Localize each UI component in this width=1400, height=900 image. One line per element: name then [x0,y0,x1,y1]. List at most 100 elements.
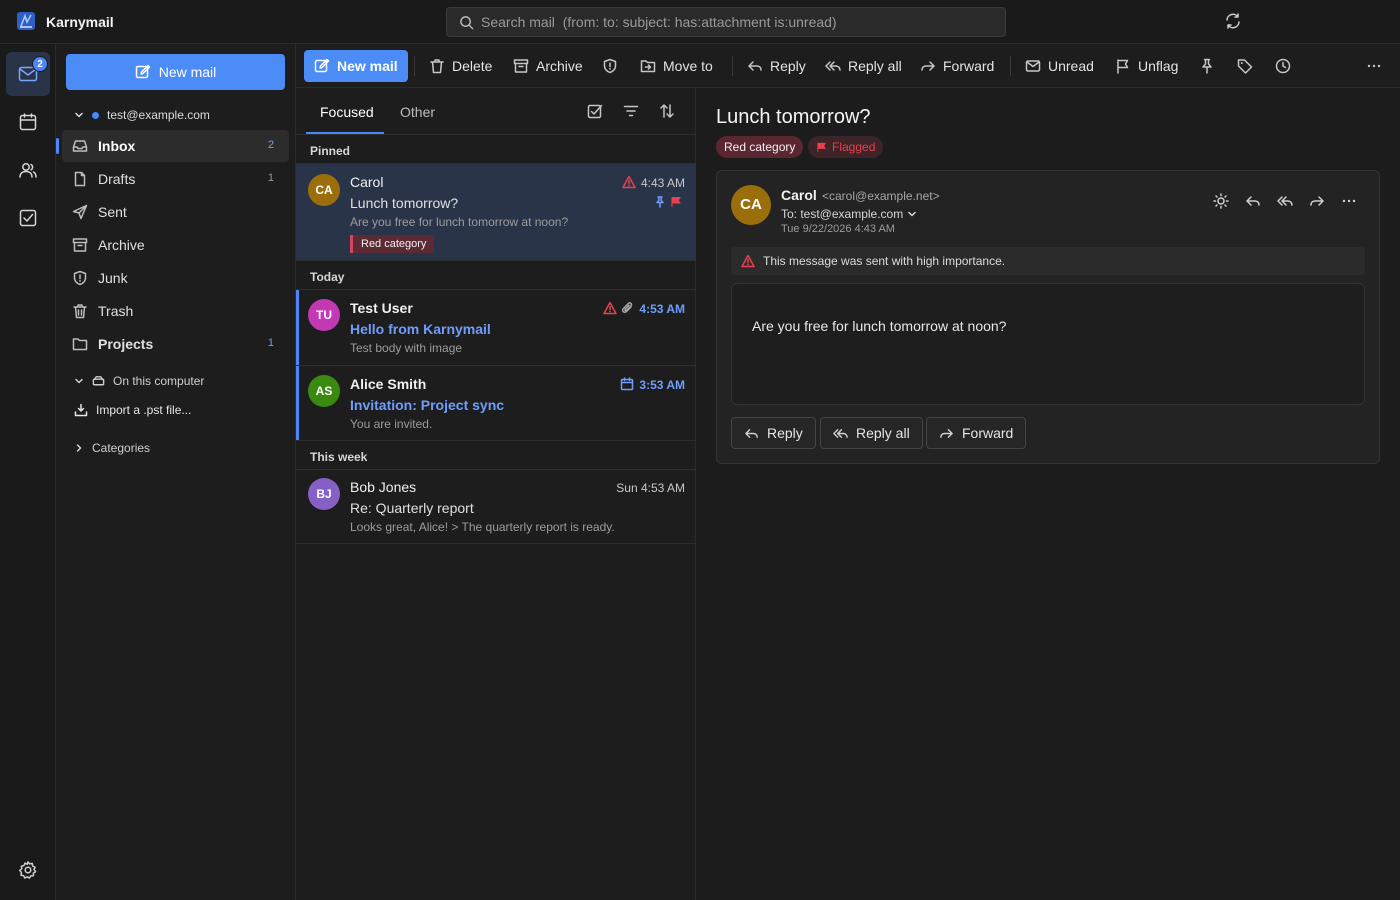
chevron-down-icon [74,376,84,386]
message-preview: You are invited. [350,417,433,431]
folder-label: Projects [98,336,154,352]
folder-junk[interactable]: Junk [62,262,289,294]
folder-label: Inbox [98,138,136,154]
forward-button[interactable]: Forward [914,50,1000,82]
forward-arrow-icon [920,58,936,74]
theme-sun-icon[interactable] [1213,193,1229,209]
mark-unread-button[interactable]: Unread [1019,50,1100,82]
search-input[interactable] [481,8,996,36]
people-icon [18,160,38,180]
unread-label: Unread [1048,58,1094,74]
group-header-pinned: Pinned [296,136,696,164]
categorize-button[interactable] [1231,50,1259,82]
category-tag: Red category [350,235,435,253]
import-pst-item[interactable]: Import a .pst file... [74,403,191,417]
reading-pane: Lunch tomorrow? Red category Flagged CA … [696,88,1400,900]
reply-all-arrow-icon [833,426,848,441]
folder-sent[interactable]: Sent [62,196,289,228]
list-item[interactable]: BJ Bob Jones Sun 4:53 AM Re: Quarterly r… [296,470,696,544]
filter-icon[interactable] [623,103,639,119]
import-icon [74,403,88,417]
calendar-icon [18,112,38,132]
reply-button[interactable]: Reply [741,50,812,82]
list-item[interactable]: TU Test User 4:53 AM Hello from Karnymai… [296,290,696,366]
list-item[interactable]: AS Alice Smith 3:53 AM Invitation: Proje… [296,366,696,441]
import-label: Import a .pst file... [96,403,192,417]
group-header-this-week: This week [296,442,696,470]
flagged-tag[interactable]: Flagged [808,136,884,158]
delete-button[interactable]: Delete [423,50,498,82]
chevron-down-icon [907,209,917,219]
search-box[interactable] [446,7,1006,37]
report-junk-button[interactable] [596,50,624,82]
folder-trash[interactable]: Trash [62,295,289,327]
folder-projects[interactable]: Projects 1 [62,328,289,360]
toolbar-new-mail-label: New mail [337,58,398,74]
reply-all-button[interactable]: Reply all [820,417,923,449]
archive-icon [513,58,529,74]
toolbar-new-mail-button[interactable]: New mail [304,50,408,82]
tab-focused[interactable]: Focused [320,104,374,120]
pin-icon [1199,58,1215,74]
recipients-toggle[interactable]: To: test@example.com [781,207,917,221]
local-folders-header[interactable]: On this computer [74,374,204,388]
message-subject: Invitation: Project sync [350,397,505,413]
search-icon [459,15,474,30]
sent-date: Tue 9/22/2026 4:43 AM [781,223,895,235]
group-header-today: Today [296,262,696,290]
message-preview: Test body with image [350,341,463,355]
sender-avatar: CA [731,185,771,225]
reply-all-arrow-icon[interactable] [1277,193,1293,209]
reply-label: Reply [767,425,803,441]
local-folders-label: On this computer [113,374,205,388]
avatar: AS [308,375,340,407]
message-time: 3:53 AM [639,378,685,392]
category-tag[interactable]: Red category [716,136,804,158]
people-app-button[interactable] [6,148,50,192]
email-card: CA Carol <carol@example.net> To: test@ex… [716,170,1380,464]
tab-other[interactable]: Other [400,104,435,120]
trash-icon [72,303,88,319]
unflag-button[interactable]: Unflag [1109,50,1184,82]
folder-label: Sent [98,204,127,220]
unflag-label: Unflag [1138,58,1179,74]
new-mail-button[interactable]: New mail [66,54,285,90]
sender-name[interactable]: Carol [781,187,817,203]
sort-icon[interactable] [659,103,675,119]
list-item[interactable]: CA Carol 4:43 AM Lunch tomorrow? Are you… [296,164,696,261]
settings-gear-icon[interactable] [18,860,38,880]
pin-button[interactable] [1193,50,1221,82]
toolbar-separator [1010,56,1011,76]
more-options-button[interactable] [1360,50,1388,82]
folder-archive[interactable]: Archive [62,229,289,261]
pin-icon [654,196,666,208]
compose-icon [314,58,330,74]
importance-warning-icon [741,254,755,268]
archive-button[interactable]: Archive [507,50,589,82]
flag-icon [816,142,827,153]
reply-button[interactable]: Reply [731,417,816,449]
recipients-text: To: test@example.com [781,207,904,221]
message-status-icons [603,301,634,315]
snooze-button[interactable] [1269,50,1297,82]
forward-button[interactable]: Forward [926,417,1027,449]
folder-inbox[interactable]: Inbox 2 [56,130,289,162]
tag-icon [1237,58,1253,74]
move-to-button[interactable]: Move to [634,50,719,82]
folder-drafts[interactable]: Drafts 1 [62,163,289,195]
tasks-app-button[interactable] [6,196,50,240]
account-header[interactable]: test@example.com [74,108,210,122]
select-mode-checkbox-icon[interactable] [587,103,603,119]
email-subject: Lunch tomorrow? [716,106,871,128]
more-dots-icon[interactable] [1341,193,1357,209]
reply-all-button[interactable]: Reply all [819,50,908,82]
calendar-app-button[interactable] [6,100,50,144]
categories-header[interactable]: Categories [74,441,150,455]
forward-label: Forward [962,425,1014,441]
forward-arrow-icon[interactable] [1309,193,1325,209]
move-folder-icon [640,58,656,74]
message-time: 4:43 AM [640,176,685,190]
reply-arrow-icon[interactable] [1245,193,1261,209]
avatar: CA [308,174,340,206]
sync-icon[interactable] [1224,12,1242,30]
